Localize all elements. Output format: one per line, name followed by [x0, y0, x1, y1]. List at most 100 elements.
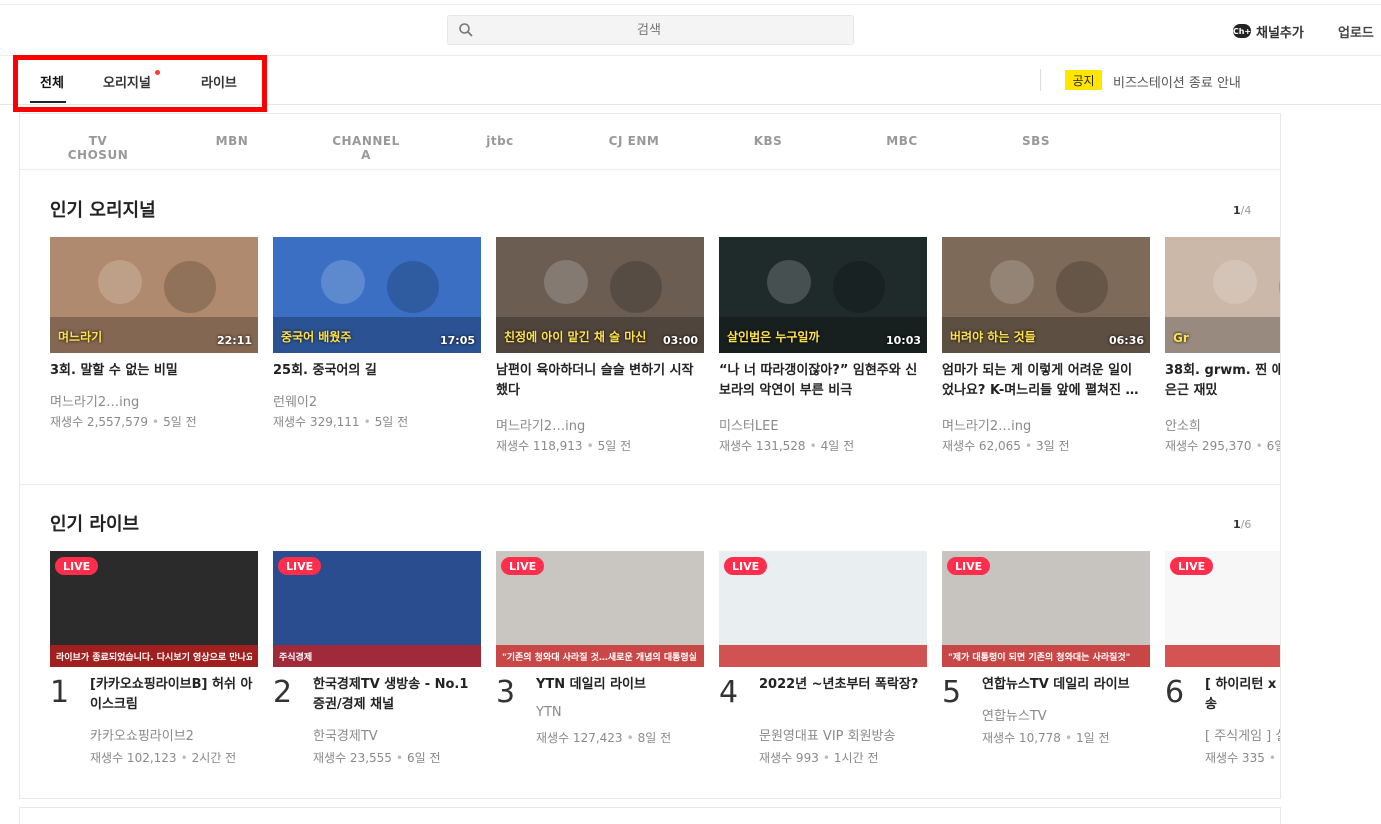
channel-name[interactable]: 미스터LEE	[719, 415, 779, 434]
live-badge: LIVE	[55, 557, 99, 575]
upload-age: 3일 전	[1036, 439, 1070, 453]
video-title[interactable]: 남편이 육아하더니 슬슬 변하기 시작했다	[496, 361, 696, 401]
main-content: TV CHOSUN MBN CHANNEL A jtbc CJ ENM KBS …	[19, 113, 1281, 799]
broadcaster-bar: TV CHOSUN MBN CHANNEL A jtbc CJ ENM KBS …	[20, 114, 1280, 170]
view-count: 재생수 127,423	[536, 731, 623, 745]
upload-age: 4일 전	[820, 439, 855, 453]
channel-name[interactable]: 며느라기2…ing	[496, 415, 585, 434]
view-count: 재생수 993	[759, 751, 819, 765]
video-duration: 03:00	[662, 334, 698, 347]
video-thumbnail[interactable]: 버려야 하는 것들 06:36	[942, 237, 1150, 353]
video-thumbnail[interactable]: 중국어 배웠주 17:05	[273, 237, 481, 353]
broadcaster-sbs[interactable]: SBS	[996, 134, 1076, 148]
video-title[interactable]: “나 너 따라갱이잖아?” 임현주와 신보라의 악연이 부른 비극	[719, 361, 919, 401]
broadcaster-kbs[interactable]: KBS	[728, 134, 808, 148]
live-thumbnail[interactable]: "기존의 청와대 사라질 것…새로운 개념의 대통령실 생겨" LIVE	[496, 551, 704, 667]
video-thumbnail[interactable]: 살인범은 누구일까 10:03	[719, 237, 927, 353]
broadcaster-mbn[interactable]: MBN	[192, 134, 272, 148]
live-title[interactable]: 2022년 ~년초부터 폭락장?	[759, 675, 929, 695]
live-rank: 4	[719, 675, 739, 710]
search-input[interactable]	[484, 20, 814, 40]
channel-name[interactable]: 문원영대표 VIP 회원방송	[759, 725, 895, 744]
upload-age: 6일 전	[407, 751, 441, 765]
view-count: 재생수 10,778	[982, 731, 1061, 745]
upload-age: 5일 전	[597, 439, 632, 453]
channel-name[interactable]: YTN	[536, 705, 562, 720]
view-count: 재생수 335	[1205, 751, 1265, 765]
live-pager[interactable]: 1/6	[1233, 518, 1251, 531]
thumbnail-caption: 중국어 배웠주	[281, 330, 352, 344]
thumbnail-caption: 주식경제	[279, 653, 313, 663]
live-thumbnail[interactable]: LIVE	[719, 551, 927, 667]
thumbnail-caption: "제가 대통령이 되면 기존의 청와대는 사라질것"	[948, 653, 1131, 663]
originals-pager[interactable]: 1/4	[1233, 204, 1251, 217]
video-meta: 재생수 2,557,579 • 5일 전	[50, 415, 197, 429]
notice-link[interactable]: 비즈스테이션 종료 안내	[1113, 72, 1241, 91]
live-meta: 재생수 10,778 • 1일 전	[982, 731, 1110, 745]
broadcaster-tvchosun[interactable]: TV CHOSUN	[58, 134, 138, 162]
video-thumbnail[interactable]: 친정에 아이 맡긴 채 술 마신 03:00	[496, 237, 704, 353]
thumbnail-caption: 친정에 아이 맡긴 채 술 마신	[504, 330, 647, 344]
live-thumbnail[interactable]: 라이브가 종료되었습니다. 다시보기 영상으로 만나요! LIVE	[50, 551, 258, 667]
upload-button[interactable]: 업로드	[1338, 22, 1374, 41]
live-thumbnail[interactable]: "제가 대통령이 되면 기존의 청와대는 사라질것" LIVE	[942, 551, 1150, 667]
upload-age: 2시간 전	[191, 751, 237, 765]
upload-age: 1일 전	[1076, 731, 1110, 745]
view-count: 재생수 62,065	[942, 439, 1021, 453]
next-section-card	[19, 807, 1281, 824]
live-rank: 6	[1165, 675, 1185, 710]
channel-name[interactable]: 연합뉴스TV	[982, 705, 1047, 724]
video-thumbnail[interactable]: 며느라기 22:11	[50, 237, 258, 353]
channel-name[interactable]: 런웨이2	[273, 391, 317, 410]
video-thumbnail[interactable]: Gr	[1165, 237, 1280, 353]
live-thumbnail[interactable]: 주식경제 LIVE	[273, 551, 481, 667]
channel-name[interactable]: 안소희	[1165, 415, 1201, 434]
live-badge: LIVE	[278, 557, 322, 575]
video-meta: 재생수 118,913 • 5일 전	[496, 439, 632, 453]
video-title[interactable]: 25회. 중국어의 길	[273, 361, 473, 381]
live-thumbnail[interactable]: LIVE	[1165, 551, 1280, 667]
section-title-live: 인기 라이브	[50, 514, 140, 535]
live-title[interactable]: 연합뉴스TV 데일리 라이브	[982, 675, 1152, 695]
video-duration: 10:03	[885, 334, 921, 347]
channel-name[interactable]: 며느라기2…ing	[942, 415, 1031, 434]
view-count: 재생수 295,370	[1165, 439, 1252, 453]
notice-badge: 공지	[1065, 70, 1102, 90]
channel-name[interactable]: 며느라기2…ing	[50, 391, 139, 410]
channel-name[interactable]: 한국경제TV	[313, 725, 378, 744]
live-title[interactable]: YTN 데일리 라이브	[536, 675, 706, 695]
search-icon[interactable]	[458, 22, 474, 38]
video-meta: 재생수 62,065 • 3일 전	[942, 439, 1070, 453]
channel-name[interactable]: [ 주식게임 ] 실	[1205, 725, 1280, 744]
thumbnail-caption: 라이브가 종료되었습니다. 다시보기 영상으로 만나요!	[56, 653, 252, 663]
live-rank: 1	[50, 675, 70, 710]
live-rank: 3	[496, 675, 516, 710]
live-meta: 재생수 23,555 • 6일 전	[313, 751, 441, 765]
add-channel-label: 채널추가	[1256, 25, 1304, 41]
broadcaster-cjenm[interactable]: CJ ENM	[594, 134, 674, 148]
thumbnail-caption: 살인범은 누구일까	[727, 330, 820, 344]
broadcaster-jtbc[interactable]: jtbc	[460, 134, 540, 148]
thumbnail-caption: 며느라기	[58, 330, 103, 344]
channel-name[interactable]: 카카오쇼핑라이브2	[90, 725, 194, 744]
video-meta: 재생수 131,528 • 4일 전	[719, 439, 855, 453]
video-title[interactable]: 38회. grwm. 찐 애기 업❤️ 이거 은근 재밌	[1165, 361, 1280, 401]
pager-current: 1	[1233, 204, 1241, 217]
broadcaster-mbc[interactable]: MBC	[862, 134, 942, 148]
notice-divider	[1040, 69, 1041, 91]
live-title[interactable]: [카카오쇼핑라이브B] 허쉬 아이스크림	[90, 675, 260, 715]
live-title[interactable]: [ 하이리턴 x 주 27일 특별방송	[1205, 675, 1280, 715]
video-title[interactable]: 3회. 말할 수 없는 비밀	[50, 361, 250, 381]
top-bar: Ch+ 채널추가 업로드	[0, 4, 1381, 56]
thumbnail-caption: "기존의 청와대 사라질 것…새로운 개념의 대통령실 생겨"	[502, 653, 698, 663]
search-box[interactable]	[447, 15, 854, 45]
live-badge: LIVE	[947, 557, 991, 575]
upload-age: 5일 전	[374, 415, 409, 429]
broadcaster-channela[interactable]: CHANNEL A	[326, 134, 406, 162]
video-title[interactable]: 엄마가 되는 게 이렇게 어려운 일이었나요? K-며느리들 앞에 펼쳐진 …	[942, 361, 1142, 401]
live-meta: 재생수 127,423 • 8일 전	[536, 731, 672, 745]
pager-total: /4	[1240, 204, 1252, 217]
add-channel-button[interactable]: Ch+ 채널추가	[1233, 21, 1304, 41]
view-count: 재생수 131,528	[719, 439, 806, 453]
live-title[interactable]: 한국경제TV 생방송 - No.1 증권/경제 채널	[313, 675, 483, 715]
